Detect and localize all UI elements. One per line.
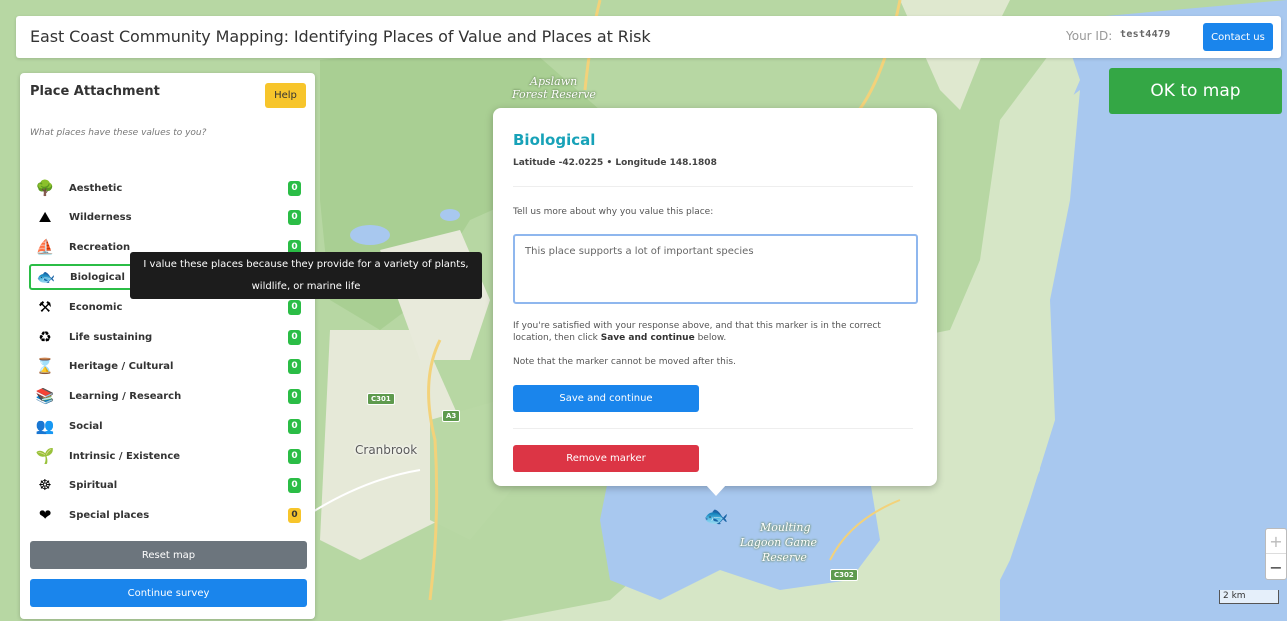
value-item-wilderness[interactable]: ⛰ Wilderness 0 <box>30 204 308 230</box>
heritage-icon: ⌛ <box>35 356 55 375</box>
social-icon: 👥 <box>35 416 55 435</box>
road-shield-c301: C301 <box>367 393 395 405</box>
info-text-bold: Save and continue <box>600 333 695 343</box>
help-button[interactable]: Help <box>265 83 306 108</box>
count-badge: 0 <box>288 477 301 493</box>
count-badge: 0 <box>288 329 301 345</box>
user-id-value: test4479 <box>1120 29 1171 40</box>
value-item-label: Heritage / Cultural <box>69 360 174 372</box>
wilderness-icon: ⛰ <box>38 207 52 226</box>
value-item-label: Learning / Research <box>69 390 182 402</box>
remove-marker-button[interactable]: Remove marker <box>513 445 699 472</box>
save-and-continue-button[interactable]: Save and continue <box>513 385 699 412</box>
map-label-forest-reserve: Forest Reserve <box>512 88 596 101</box>
zoom-in-button[interactable]: + <box>1266 529 1286 554</box>
popup-coordinates: Latitude -42.0225 • Longitude 148.1808 <box>513 158 717 168</box>
aesthetic-icon: 🌳 <box>35 178 55 197</box>
intrinsic-icon: 🌱 <box>35 446 55 465</box>
ok-to-map-button[interactable]: OK to map <box>1109 68 1282 114</box>
count-badge: 0 <box>288 388 301 404</box>
map-label-moulting: Moulting <box>760 521 811 534</box>
value-item-label: Special places <box>69 509 150 521</box>
reset-map-button[interactable]: Reset map <box>30 541 307 569</box>
popup-prompt: Tell us more about why you value this pl… <box>513 207 714 217</box>
biological-marker-icon[interactable]: 🐟 <box>697 498 735 534</box>
popup-note: Note that the marker cannot be moved aft… <box>513 357 736 367</box>
learning-icon: 📚 <box>35 386 55 405</box>
life-sustaining-icon: ♻ <box>38 327 52 346</box>
divider <box>513 428 913 429</box>
road-shield-a3: A3 <box>442 410 461 422</box>
user-id-label: Your ID: <box>1066 29 1113 43</box>
count-badge: 0 <box>288 507 301 523</box>
value-item-label: Recreation <box>69 241 131 253</box>
place-attachment-panel: Place Attachment Help What places have t… <box>20 73 315 619</box>
value-item-spiritual[interactable]: ☸ Spiritual 0 <box>30 472 308 498</box>
count-badge: 0 <box>288 180 301 196</box>
value-item-special-places[interactable]: ❤ Special places 0 <box>30 502 308 528</box>
value-item-label: Social <box>69 420 103 432</box>
count-badge: 0 <box>288 299 301 315</box>
app-title: East Coast Community Mapping: Identifyin… <box>30 27 651 46</box>
map-label-apslawn: Apslawn <box>530 75 578 88</box>
response-textarea[interactable] <box>513 234 918 304</box>
value-item-aesthetic[interactable]: 🌳 Aesthetic 0 <box>30 175 308 201</box>
recreation-icon: ⛵ <box>35 237 55 256</box>
value-item-label: Spiritual <box>69 479 118 491</box>
spiritual-icon: ☸ <box>38 475 52 494</box>
count-badge: 0 <box>288 418 301 434</box>
count-badge: 0 <box>288 448 301 464</box>
zoom-control: + − <box>1265 528 1287 580</box>
popup-tail <box>705 484 727 496</box>
marker-popup: Biological Latitude -42.0225 • Longitude… <box>493 108 937 486</box>
value-item-label: Aesthetic <box>69 182 123 194</box>
value-tooltip: I value these places because they provid… <box>130 252 482 299</box>
value-item-label: Wilderness <box>69 211 132 223</box>
count-badge: 0 <box>288 358 301 374</box>
popup-info-text: If you're satisfied with your response a… <box>513 320 918 344</box>
value-item-label: Biological <box>70 271 125 283</box>
zoom-out-button[interactable]: − <box>1266 555 1286 580</box>
popup-title: Biological <box>513 131 596 149</box>
value-item-intrinsic-existence[interactable]: 🌱 Intrinsic / Existence 0 <box>30 443 308 469</box>
road-shield-c302: C302 <box>830 569 858 581</box>
map-label-cranbrook: Cranbrook <box>355 443 418 457</box>
special-places-icon: ❤ <box>38 505 52 524</box>
value-item-learning-research[interactable]: 📚 Learning / Research 0 <box>30 383 308 409</box>
panel-title: Place Attachment <box>30 84 160 99</box>
info-text-end: below. <box>694 333 727 343</box>
map-scale-bar: 2 km <box>1219 590 1279 604</box>
biological-icon: 🐟 <box>36 267 56 286</box>
panel-subtitle: What places have these values to you? <box>30 128 207 138</box>
economic-icon: ⚒ <box>38 297 52 316</box>
contact-us-button[interactable]: Contact us <box>1203 23 1273 51</box>
value-item-social[interactable]: 👥 Social 0 <box>30 413 308 439</box>
header-bar: East Coast Community Mapping: Identifyin… <box>16 16 1281 58</box>
continue-survey-button[interactable]: Continue survey <box>30 579 307 607</box>
value-item-heritage-cultural[interactable]: ⌛ Heritage / Cultural 0 <box>30 353 308 379</box>
value-item-label: Intrinsic / Existence <box>69 450 181 462</box>
map-label-lagoon-game: Lagoon Game <box>740 536 818 549</box>
count-badge: 0 <box>288 209 301 225</box>
value-item-life-sustaining[interactable]: ♻ Life sustaining 0 <box>30 324 308 350</box>
divider <box>513 186 913 187</box>
value-item-label: Life sustaining <box>69 331 153 343</box>
value-item-label: Economic <box>69 301 123 313</box>
map-label-reserve: Reserve <box>762 551 807 564</box>
